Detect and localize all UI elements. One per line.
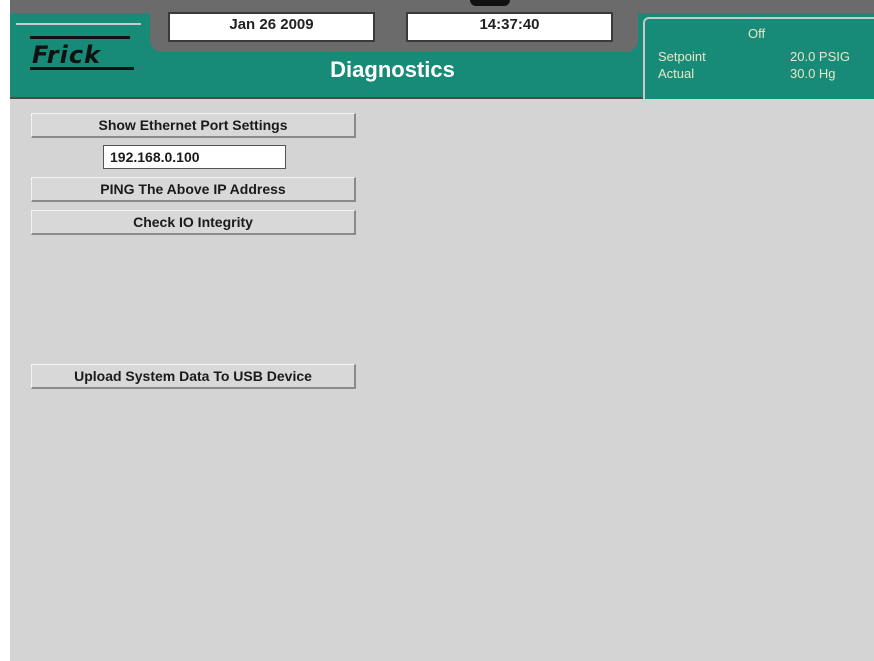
show-ethernet-settings-button[interactable]: Show Ethernet Port Settings (31, 113, 356, 138)
ping-ip-button[interactable]: PING The Above IP Address (31, 177, 356, 202)
frick-logo: Frick (30, 36, 140, 70)
actual-label: Actual (658, 66, 695, 81)
setpoint-value: 20.0 PSIG (790, 49, 850, 64)
top-clip (470, 0, 510, 6)
ip-address-field[interactable] (103, 145, 286, 169)
upload-usb-button[interactable]: Upload System Data To USB Device (31, 364, 356, 389)
header-bar: Frick Jan 26 2009 14:37:40 Diagnostics O… (10, 0, 874, 99)
date-display: Jan 26 2009 (168, 12, 375, 42)
logo-top-bar (30, 36, 130, 39)
run-state: Off (748, 26, 766, 41)
hmi-screen: Frick Jan 26 2009 14:37:40 Diagnostics O… (10, 0, 874, 661)
time-display: 14:37:40 (406, 12, 613, 42)
logo-bottom-bar (30, 67, 134, 70)
page-title: Diagnostics (330, 57, 455, 82)
status-panel: Off Setpoint 20.0 PSIG Actual 30.0 Hg (643, 17, 874, 99)
check-io-integrity-button[interactable]: Check IO Integrity (31, 210, 356, 235)
actual-value: 30.0 Hg (790, 66, 836, 81)
logo-text: Frick (32, 41, 102, 69)
setpoint-label: Setpoint (658, 49, 706, 64)
